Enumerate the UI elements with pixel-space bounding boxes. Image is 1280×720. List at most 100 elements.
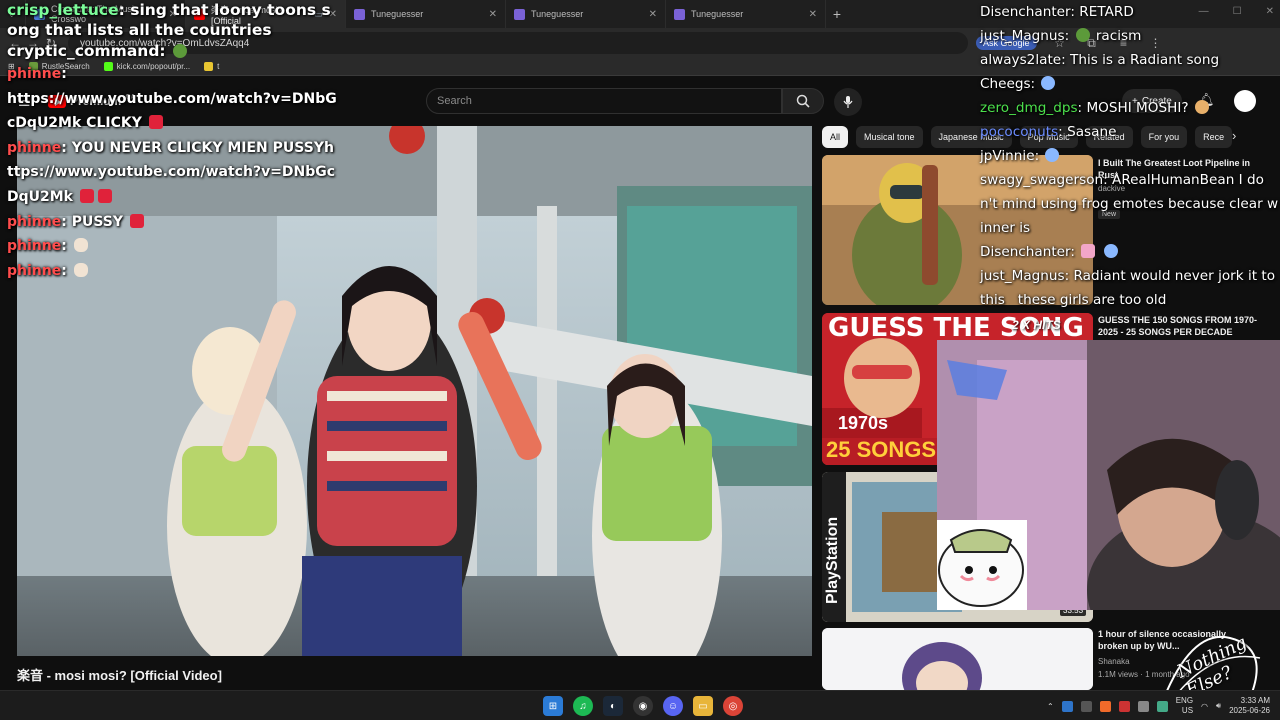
- webcam-image: [937, 340, 1280, 610]
- lang-text: ENG: [1175, 696, 1194, 705]
- discord-icon[interactable]: ☺: [663, 696, 683, 716]
- playstation-logo-text: PlayStation: [824, 516, 841, 604]
- tray-app-icon[interactable]: [1156, 700, 1168, 712]
- chat-text: MOSHI MOSHI?: [1086, 100, 1189, 116]
- chip-musical-tone[interactable]: Musical tone: [856, 126, 923, 148]
- chat-username: just_Magnus: [980, 268, 1065, 284]
- frog-emote-icon: [173, 44, 188, 58]
- red-emote-icon: [129, 213, 144, 228]
- close-tab-icon[interactable]: ✕: [489, 9, 497, 20]
- chat-message: Disenchanter: RETARD: [980, 4, 1134, 20]
- clock[interactable]: 3:33 AM 2025-06-26: [1229, 696, 1270, 716]
- tab-label: Tuneguesser: [371, 9, 424, 19]
- chip-all[interactable]: All: [822, 126, 849, 148]
- red-emote-icon: [148, 115, 163, 130]
- time-text: 3:33 AM: [1240, 696, 1270, 705]
- recommendation-title[interactable]: GUESS THE 150 SONGS FROM 1970-2025 - 25 …: [1098, 314, 1258, 338]
- chat-username: just_Magnus: [980, 28, 1065, 44]
- music-note-icon: [674, 8, 685, 20]
- file-explorer-icon[interactable]: ▭: [693, 696, 713, 716]
- music-note-icon: [354, 8, 365, 20]
- region-text: US: [1181, 706, 1194, 715]
- recommendation-thumbnail[interactable]: [822, 628, 1093, 690]
- chat-username: pococonuts: [980, 124, 1059, 140]
- chat-text: This is a Radiant song: [1070, 52, 1220, 68]
- chat-text: RETARD: [1079, 4, 1134, 20]
- hand-emote-icon: [73, 238, 88, 253]
- voice-search-button[interactable]: [834, 88, 862, 116]
- hand-emote-icon: [73, 262, 88, 277]
- chat-text: Sasane: [1067, 124, 1117, 140]
- new-tab-button[interactable]: +: [826, 6, 848, 22]
- chat-username: phinne: [7, 262, 62, 279]
- close-tab-icon[interactable]: ✕: [649, 9, 657, 20]
- chat-username: jpVinnie: [980, 148, 1035, 164]
- search-button[interactable]: [782, 88, 824, 114]
- chat-message: swagy_swagerson: ARealHumanBean I don't …: [980, 172, 1279, 236]
- tray-app-icon[interactable]: [1118, 700, 1130, 712]
- microphone-icon: [843, 96, 853, 108]
- chat-username: zero_dmg_dps: [980, 100, 1078, 116]
- chat-message: always2late: This is a Radiant song: [980, 52, 1220, 68]
- chat-username: phinne: [7, 66, 62, 82]
- windows-start-icon[interactable]: ⊞: [543, 696, 563, 716]
- brave-icon[interactable]: [1099, 700, 1111, 712]
- browser-tab[interactable]: Tuneguesser ✕: [346, 0, 506, 28]
- chat-message: jpVinnie:: [980, 144, 1280, 168]
- browser-tab[interactable]: Tuneguesser ✕: [506, 0, 666, 28]
- chat-username: phinne: [7, 139, 62, 156]
- recommendation-channel[interactable]: Shanaka: [1098, 657, 1130, 666]
- chrome-icon[interactable]: ◎: [723, 696, 743, 716]
- chat-text: PUSSY: [71, 213, 124, 230]
- language-indicator[interactable]: ENG US: [1176, 696, 1193, 716]
- chat-message: Disenchanter:: [980, 240, 1280, 264]
- chat-message: phinne: YOU NEVER CLICKY MIEN PUSSYhttps…: [7, 139, 336, 205]
- tray-app-icon[interactable]: [1061, 700, 1073, 712]
- chat-username: Disenchanter: [980, 244, 1071, 260]
- wifi-icon[interactable]: ◠: [1201, 702, 1208, 711]
- obs-icon[interactable]: ◉: [633, 696, 653, 716]
- search-icon: [796, 94, 810, 108]
- close-tab-icon[interactable]: ✕: [809, 9, 817, 20]
- steam-icon[interactable]: ◐: [603, 696, 623, 716]
- webcam-overlay: [937, 340, 1280, 610]
- video-title: 楽音 - mosi mosi? [Official Video]: [17, 668, 222, 683]
- chevron-up-icon[interactable]: ⌃: [1047, 702, 1054, 711]
- blue-emote-icon: [1041, 76, 1056, 90]
- chat-message: cryptic_command:: [7, 40, 337, 62]
- face-emote-icon: [1194, 100, 1209, 114]
- chat-overlay-right: Disenchanter: RETARD just_Magnus: racism…: [980, 0, 1280, 312]
- thumbnail-count: 25 SONGS: [826, 437, 937, 462]
- chat-username: always2late: [980, 52, 1062, 68]
- screen: ⌄ Crosstune: The Music Crosswo ✕ 楽音 - mo…: [0, 0, 1280, 720]
- chat-username: swagy_swagerson: [980, 172, 1104, 188]
- spotify-icon[interactable]: ♫: [573, 696, 593, 716]
- chat-message: just_Magnus: Radiant would never jork it…: [980, 268, 1280, 308]
- chat-message: crisp_lettuce: sing that loony toons son…: [7, 1, 331, 39]
- chat-text: racism: [1095, 28, 1142, 44]
- chat-message: phinne: PUSSY: [7, 210, 337, 235]
- chat-message: pococonuts: Sasane: [980, 124, 1117, 140]
- chat-username: Cheegs: [980, 76, 1031, 92]
- red-emote-icon: [97, 188, 112, 203]
- chat-message: phinne:: [7, 66, 67, 82]
- frog-emote-icon: [1075, 28, 1090, 42]
- chat-message: phinne:: [7, 234, 337, 259]
- volume-icon[interactable]: 🔊︎: [1216, 701, 1221, 711]
- tray-app-icon[interactable]: [1080, 700, 1092, 712]
- search-input[interactable]: Search: [426, 88, 782, 114]
- browser-tab[interactable]: Tuneguesser ✕: [666, 0, 826, 28]
- tray-app-icon[interactable]: [1137, 700, 1149, 712]
- chat-username: phinne: [7, 238, 62, 255]
- blue-emote-icon: [1103, 244, 1118, 258]
- chat-message: phinne:: [7, 259, 337, 284]
- red-emote-icon: [79, 188, 94, 203]
- system-tray: ⌃ ENG US ◠ 🔊︎ 3:33 AM 2025-06-26: [1047, 696, 1270, 716]
- chat-username: cryptic_command: [7, 42, 160, 60]
- thumbnail-image: [822, 628, 1093, 690]
- chat-username: crisp_lettuce: [7, 1, 119, 19]
- music-note-icon: [514, 8, 525, 20]
- search-placeholder: Search: [437, 95, 472, 107]
- chat-text: https://www.youtube.com/watch?v=DNbGcDqU…: [7, 90, 337, 132]
- tab-label: Tuneguesser: [531, 9, 584, 19]
